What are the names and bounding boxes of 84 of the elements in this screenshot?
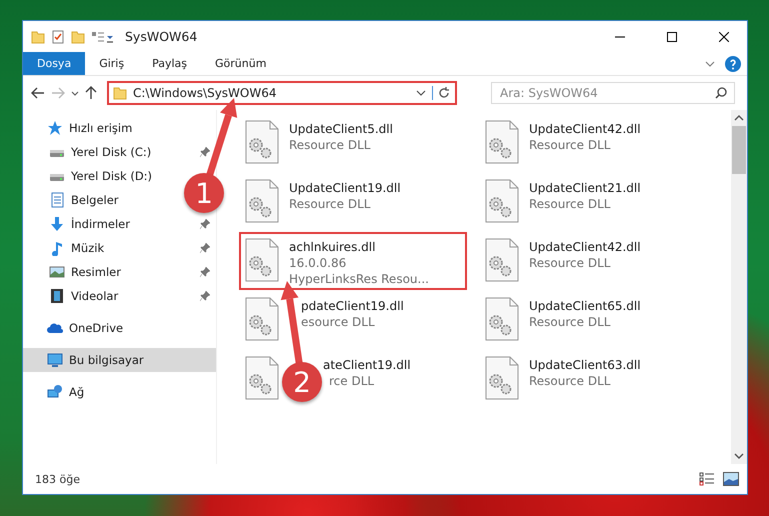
nav-item[interactable]: Belgeler	[49, 189, 119, 211]
large-icons-view-icon[interactable]	[723, 472, 739, 486]
network-icon	[47, 384, 63, 400]
file-gears-icon	[245, 297, 279, 341]
file-gears-icon	[485, 297, 519, 341]
details-view-icon[interactable]	[699, 472, 715, 486]
customize-dropdown-icon[interactable]	[91, 30, 113, 44]
help-icon[interactable]	[725, 56, 741, 72]
nav-item[interactable]: OneDrive	[47, 317, 124, 339]
file-detail: Resource DLL	[289, 196, 370, 212]
scroll-up-icon[interactable]	[734, 114, 744, 122]
file-menu-tab[interactable]: Dosya	[23, 52, 86, 75]
file-gears-icon	[485, 238, 519, 282]
close-icon[interactable]	[719, 32, 729, 42]
nav-item[interactable]: Ağ	[47, 381, 84, 403]
nav-item[interactable]: Resimler	[49, 261, 121, 283]
file-name: UpdateClient65.dll	[529, 298, 641, 314]
back-arrow-icon[interactable]	[31, 87, 45, 99]
new-folder-icon	[71, 30, 85, 44]
pin-icon[interactable]	[200, 243, 210, 253]
file-gears-icon	[245, 179, 279, 223]
pin-icon[interactable]	[200, 267, 210, 277]
nav-item[interactable]: Yerel Disk (C:)	[49, 141, 152, 163]
file-name: UpdateClient42.dll	[529, 239, 641, 255]
file-name: UpdateClient21.dll	[529, 180, 641, 196]
file-detail: esource DLL	[301, 314, 375, 330]
picture-icon	[49, 264, 65, 280]
file-detail: Resource DLL	[529, 137, 610, 153]
file-detail: Resource DLL	[529, 314, 610, 330]
up-arrow-icon[interactable]	[85, 86, 97, 100]
folder-icon	[31, 30, 45, 44]
file-detail: Resource DLL	[529, 255, 610, 271]
search-field[interactable]: Ara: SysWOW64	[491, 82, 735, 104]
file-gears-icon	[245, 238, 279, 282]
file-name: UpdateClient42.dll	[529, 121, 641, 137]
file-detail: 16.0.0.86	[289, 255, 346, 271]
file-gears-icon	[485, 179, 519, 223]
ribbon-tab[interactable]: Görünüm	[201, 52, 280, 75]
music-note-icon	[49, 240, 65, 256]
monitor-icon	[47, 352, 63, 368]
file-gears-icon	[245, 356, 279, 400]
scrollbar-thumb[interactable]	[732, 126, 746, 174]
nav-item[interactable]: Bu bilgisayar	[47, 349, 144, 371]
document-icon	[49, 192, 65, 208]
nav-item[interactable]: Müzik	[49, 237, 104, 259]
item-count: 183 öğe	[35, 472, 81, 486]
folder-icon	[113, 86, 127, 100]
properties-icon[interactable]	[51, 30, 65, 44]
file-gears-icon	[245, 120, 279, 164]
file-detail: Resource DLL	[289, 137, 370, 153]
file-name: ateClient19.dll	[323, 357, 411, 373]
pin-icon[interactable]	[200, 219, 210, 229]
pin-icon[interactable]	[200, 291, 210, 301]
maximize-icon[interactable]	[667, 32, 677, 42]
file-name: pdateClient19.dll	[301, 298, 404, 314]
expand-ribbon-icon[interactable]	[705, 60, 715, 66]
nav-item[interactable]: Videolar	[49, 285, 118, 307]
star-icon	[47, 120, 63, 136]
address-field[interactable]: C:\Windows\SysWOW64	[107, 81, 457, 105]
file-name: UpdateClient5.dll	[289, 121, 393, 137]
ribbon-tab[interactable]: Paylaş	[138, 52, 201, 75]
film-icon	[49, 288, 65, 304]
file-name: UpdateClient63.dll	[529, 357, 641, 373]
nav-item[interactable]: İndirmeler	[49, 213, 130, 235]
file-detail: Resource DLL	[529, 373, 610, 389]
file-gears-icon	[485, 356, 519, 400]
scroll-down-icon[interactable]	[734, 452, 744, 460]
file-detail: HyperLinksRes Resou...	[289, 271, 429, 287]
nav-item[interactable]: Yerel Disk (D:)	[49, 165, 152, 187]
recent-locations-caret-icon[interactable]	[71, 90, 79, 96]
pin-icon[interactable]	[200, 147, 210, 157]
nav-item[interactable]: Hızlı erişim	[47, 117, 132, 139]
ribbon-tab[interactable]: Giriş	[85, 52, 138, 75]
file-name: achlnkuires.dll	[289, 239, 376, 255]
refresh-icon[interactable]	[432, 86, 451, 100]
file-detail: Resource DLL	[529, 196, 610, 212]
file-detail: rce DLL	[329, 373, 374, 389]
scrollbar[interactable]	[731, 110, 747, 464]
window-title: SysWOW64	[125, 29, 198, 44]
minimize-icon[interactable]	[615, 36, 625, 38]
file-name: UpdateClient19.dll	[289, 180, 401, 196]
file-gears-icon	[485, 120, 519, 164]
download-arrow-icon	[49, 216, 65, 232]
dropdown-caret-icon[interactable]	[416, 90, 426, 96]
